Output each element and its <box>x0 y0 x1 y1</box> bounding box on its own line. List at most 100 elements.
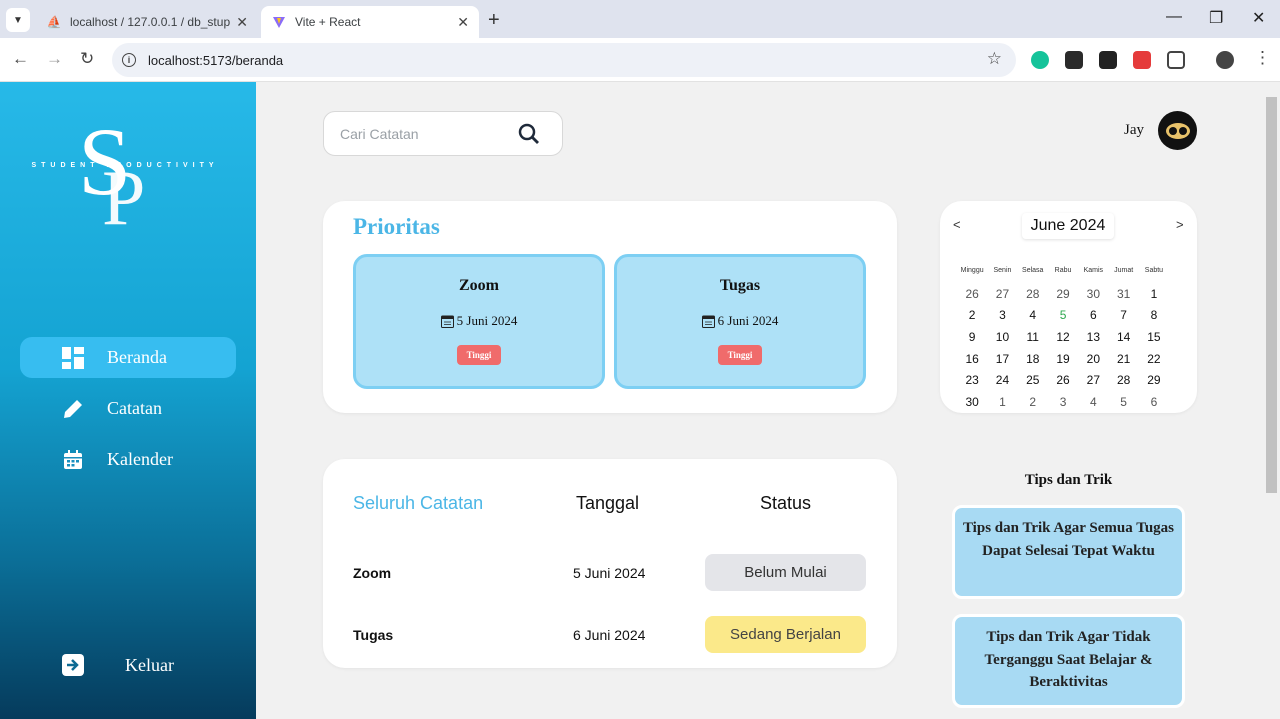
site-info-icon[interactable]: i <box>122 53 136 67</box>
calendar-day[interactable]: 30 <box>1078 287 1108 301</box>
calendar-day[interactable]: 29 <box>1139 373 1169 387</box>
calendar-day[interactable]: 6 <box>1078 308 1108 322</box>
sidebar-item-beranda[interactable]: Beranda <box>20 337 236 378</box>
restore-icon[interactable]: ❐ <box>1209 8 1223 28</box>
calendar-day[interactable]: 26 <box>957 287 987 301</box>
new-tab-icon[interactable]: + <box>488 9 500 32</box>
calendar-week: 30 1 2 3 4 5 6 <box>957 391 1197 413</box>
calendar-day[interactable]: 1 <box>1139 287 1169 301</box>
calendar-day[interactable]: 5 <box>1108 395 1138 409</box>
priority-item[interactable]: Tugas 6 Juni 2024 Tinggi <box>614 254 866 389</box>
grammarly-icon[interactable] <box>1031 51 1049 69</box>
calendar-day[interactable]: 21 <box>1108 352 1138 366</box>
calendar-day[interactable]: 26 <box>1048 373 1078 387</box>
calendar-day[interactable]: 10 <box>987 330 1017 344</box>
calendar-week: 2 3 4 5 6 7 8 <box>957 304 1197 326</box>
menu-dots-icon[interactable]: ⋮ <box>1254 48 1271 68</box>
calendar-day[interactable]: 31 <box>1108 287 1138 301</box>
priority-title: Prioritas <box>353 214 440 239</box>
dashboard-icon <box>61 346 85 370</box>
weekday-label: Senin <box>993 266 1012 274</box>
address-bar[interactable]: i localhost:5173/beranda ☆ <box>112 43 1016 77</box>
tip-card[interactable]: Tips dan Trik Agar Semua Tugas Dapat Sel… <box>952 505 1185 599</box>
calendar-day[interactable]: 2 <box>957 308 987 322</box>
prev-month-button[interactable]: < <box>953 217 961 232</box>
next-month-button[interactable]: > <box>1176 217 1184 232</box>
calendar-day[interactable]: 2 <box>1018 395 1048 409</box>
tab-title: Vite + React <box>295 15 361 29</box>
calendar-day[interactable]: 18 <box>1018 352 1048 366</box>
calendar-day[interactable]: 9 <box>957 330 987 344</box>
calendar-day[interactable]: 24 <box>987 373 1017 387</box>
tab-vite-react[interactable]: Vite + React ✕ <box>261 6 479 38</box>
back-icon[interactable]: ← <box>12 49 29 69</box>
calendar-day[interactable]: 1 <box>987 395 1017 409</box>
sidebar-item-label: Catatan <box>107 398 162 418</box>
calendar-day[interactable]: 12 <box>1048 330 1078 344</box>
close-window-icon[interactable]: ✕ <box>1252 8 1265 28</box>
note-date: 6 Juni 2024 <box>573 627 646 643</box>
bookmark-star-icon[interactable]: ☆ <box>987 49 1002 69</box>
calendar-day[interactable]: 25 <box>1018 373 1048 387</box>
calendar-day[interactable]: 28 <box>1018 287 1048 301</box>
extension-icon[interactable] <box>1099 51 1117 69</box>
calendar-day[interactable]: 27 <box>987 287 1017 301</box>
profile-icon[interactable] <box>1216 51 1234 69</box>
calendar-day[interactable]: 22 <box>1139 352 1169 366</box>
phpmyadmin-icon: ⛵ <box>46 15 62 29</box>
calendar-day[interactable]: 13 <box>1078 330 1108 344</box>
calendar-day[interactable]: 3 <box>987 308 1017 322</box>
weekday-label: Kamis <box>1083 266 1104 274</box>
priority-item[interactable]: Zoom 5 Juni 2024 Tinggi <box>353 254 605 389</box>
tab-phpmyadmin[interactable]: ⛵ localhost / 127.0.0.1 / db_stupro ✕ <box>36 6 258 38</box>
weekday-label: Jumat <box>1114 266 1134 274</box>
date-text: 5 Juni 2024 <box>456 313 518 328</box>
calendar-day[interactable]: 23 <box>957 373 987 387</box>
logout-button[interactable]: Keluar <box>62 654 174 676</box>
calendar-day[interactable]: 27 <box>1078 373 1108 387</box>
calendar-day[interactable]: 19 <box>1048 352 1078 366</box>
extension-icon[interactable] <box>1133 51 1151 69</box>
calendar-day[interactable]: 6 <box>1139 395 1169 409</box>
calendar-day[interactable]: 28 <box>1108 373 1138 387</box>
calendar-day[interactable]: 30 <box>957 395 987 409</box>
tab-search-button[interactable]: ▼ <box>6 8 30 32</box>
calendar-day[interactable]: 7 <box>1108 308 1138 322</box>
calendar-day[interactable]: 20 <box>1078 352 1108 366</box>
url-text: localhost:5173/beranda <box>148 52 284 68</box>
close-tab-icon[interactable]: ✕ <box>457 14 469 31</box>
calendar-day[interactable]: 3 <box>1048 395 1078 409</box>
notes-table-card: Seluruh Catatan Tanggal Status Zoom 5 Ju… <box>323 459 897 668</box>
minimize-icon[interactable]: — <box>1166 8 1182 26</box>
forward-icon[interactable]: → <box>46 49 63 69</box>
priority-item-date: 5 Juni 2024 <box>356 313 602 329</box>
browser-tab-strip: ▼ ⛵ localhost / 127.0.0.1 / db_stupro ✕ … <box>0 0 1280 38</box>
calendar-day[interactable]: 29 <box>1048 287 1078 301</box>
logout-label: Keluar <box>125 654 174 675</box>
calendar-icon <box>440 314 454 328</box>
table-header-notes: Seluruh Catatan <box>353 493 484 513</box>
calendar-day[interactable]: 4 <box>1018 308 1048 322</box>
calendar-day[interactable]: 11 <box>1018 330 1048 344</box>
extension-icon[interactable] <box>1065 51 1083 69</box>
avatar[interactable] <box>1158 111 1197 150</box>
close-tab-icon[interactable]: ✕ <box>236 14 248 31</box>
sidebar-item-catatan[interactable]: Catatan <box>20 388 236 429</box>
calendar-icon <box>61 448 85 472</box>
calendar-day[interactable]: 14 <box>1108 330 1138 344</box>
calendar-month[interactable]: June 2024 <box>1022 213 1114 239</box>
calendar-day[interactable]: 4 <box>1078 395 1108 409</box>
calendar-day-today[interactable]: 5 <box>1048 308 1078 322</box>
search-icon[interactable] <box>518 123 540 145</box>
calendar-day[interactable]: 17 <box>987 352 1017 366</box>
sidebar-item-kalender[interactable]: Kalender <box>20 439 236 480</box>
tip-card[interactable]: Tips dan Trik Agar Tidak Terganggu Saat … <box>952 614 1185 708</box>
calendar-day[interactable]: 8 <box>1139 308 1169 322</box>
extensions-puzzle-icon[interactable] <box>1167 51 1185 69</box>
scrollbar-thumb[interactable] <box>1266 97 1277 493</box>
reload-icon[interactable]: ↻ <box>80 49 94 69</box>
calendar-day[interactable]: 16 <box>957 352 987 366</box>
priority-badge: Tinggi <box>717 345 763 365</box>
search-input[interactable] <box>340 125 510 142</box>
calendar-day[interactable]: 15 <box>1139 330 1169 344</box>
